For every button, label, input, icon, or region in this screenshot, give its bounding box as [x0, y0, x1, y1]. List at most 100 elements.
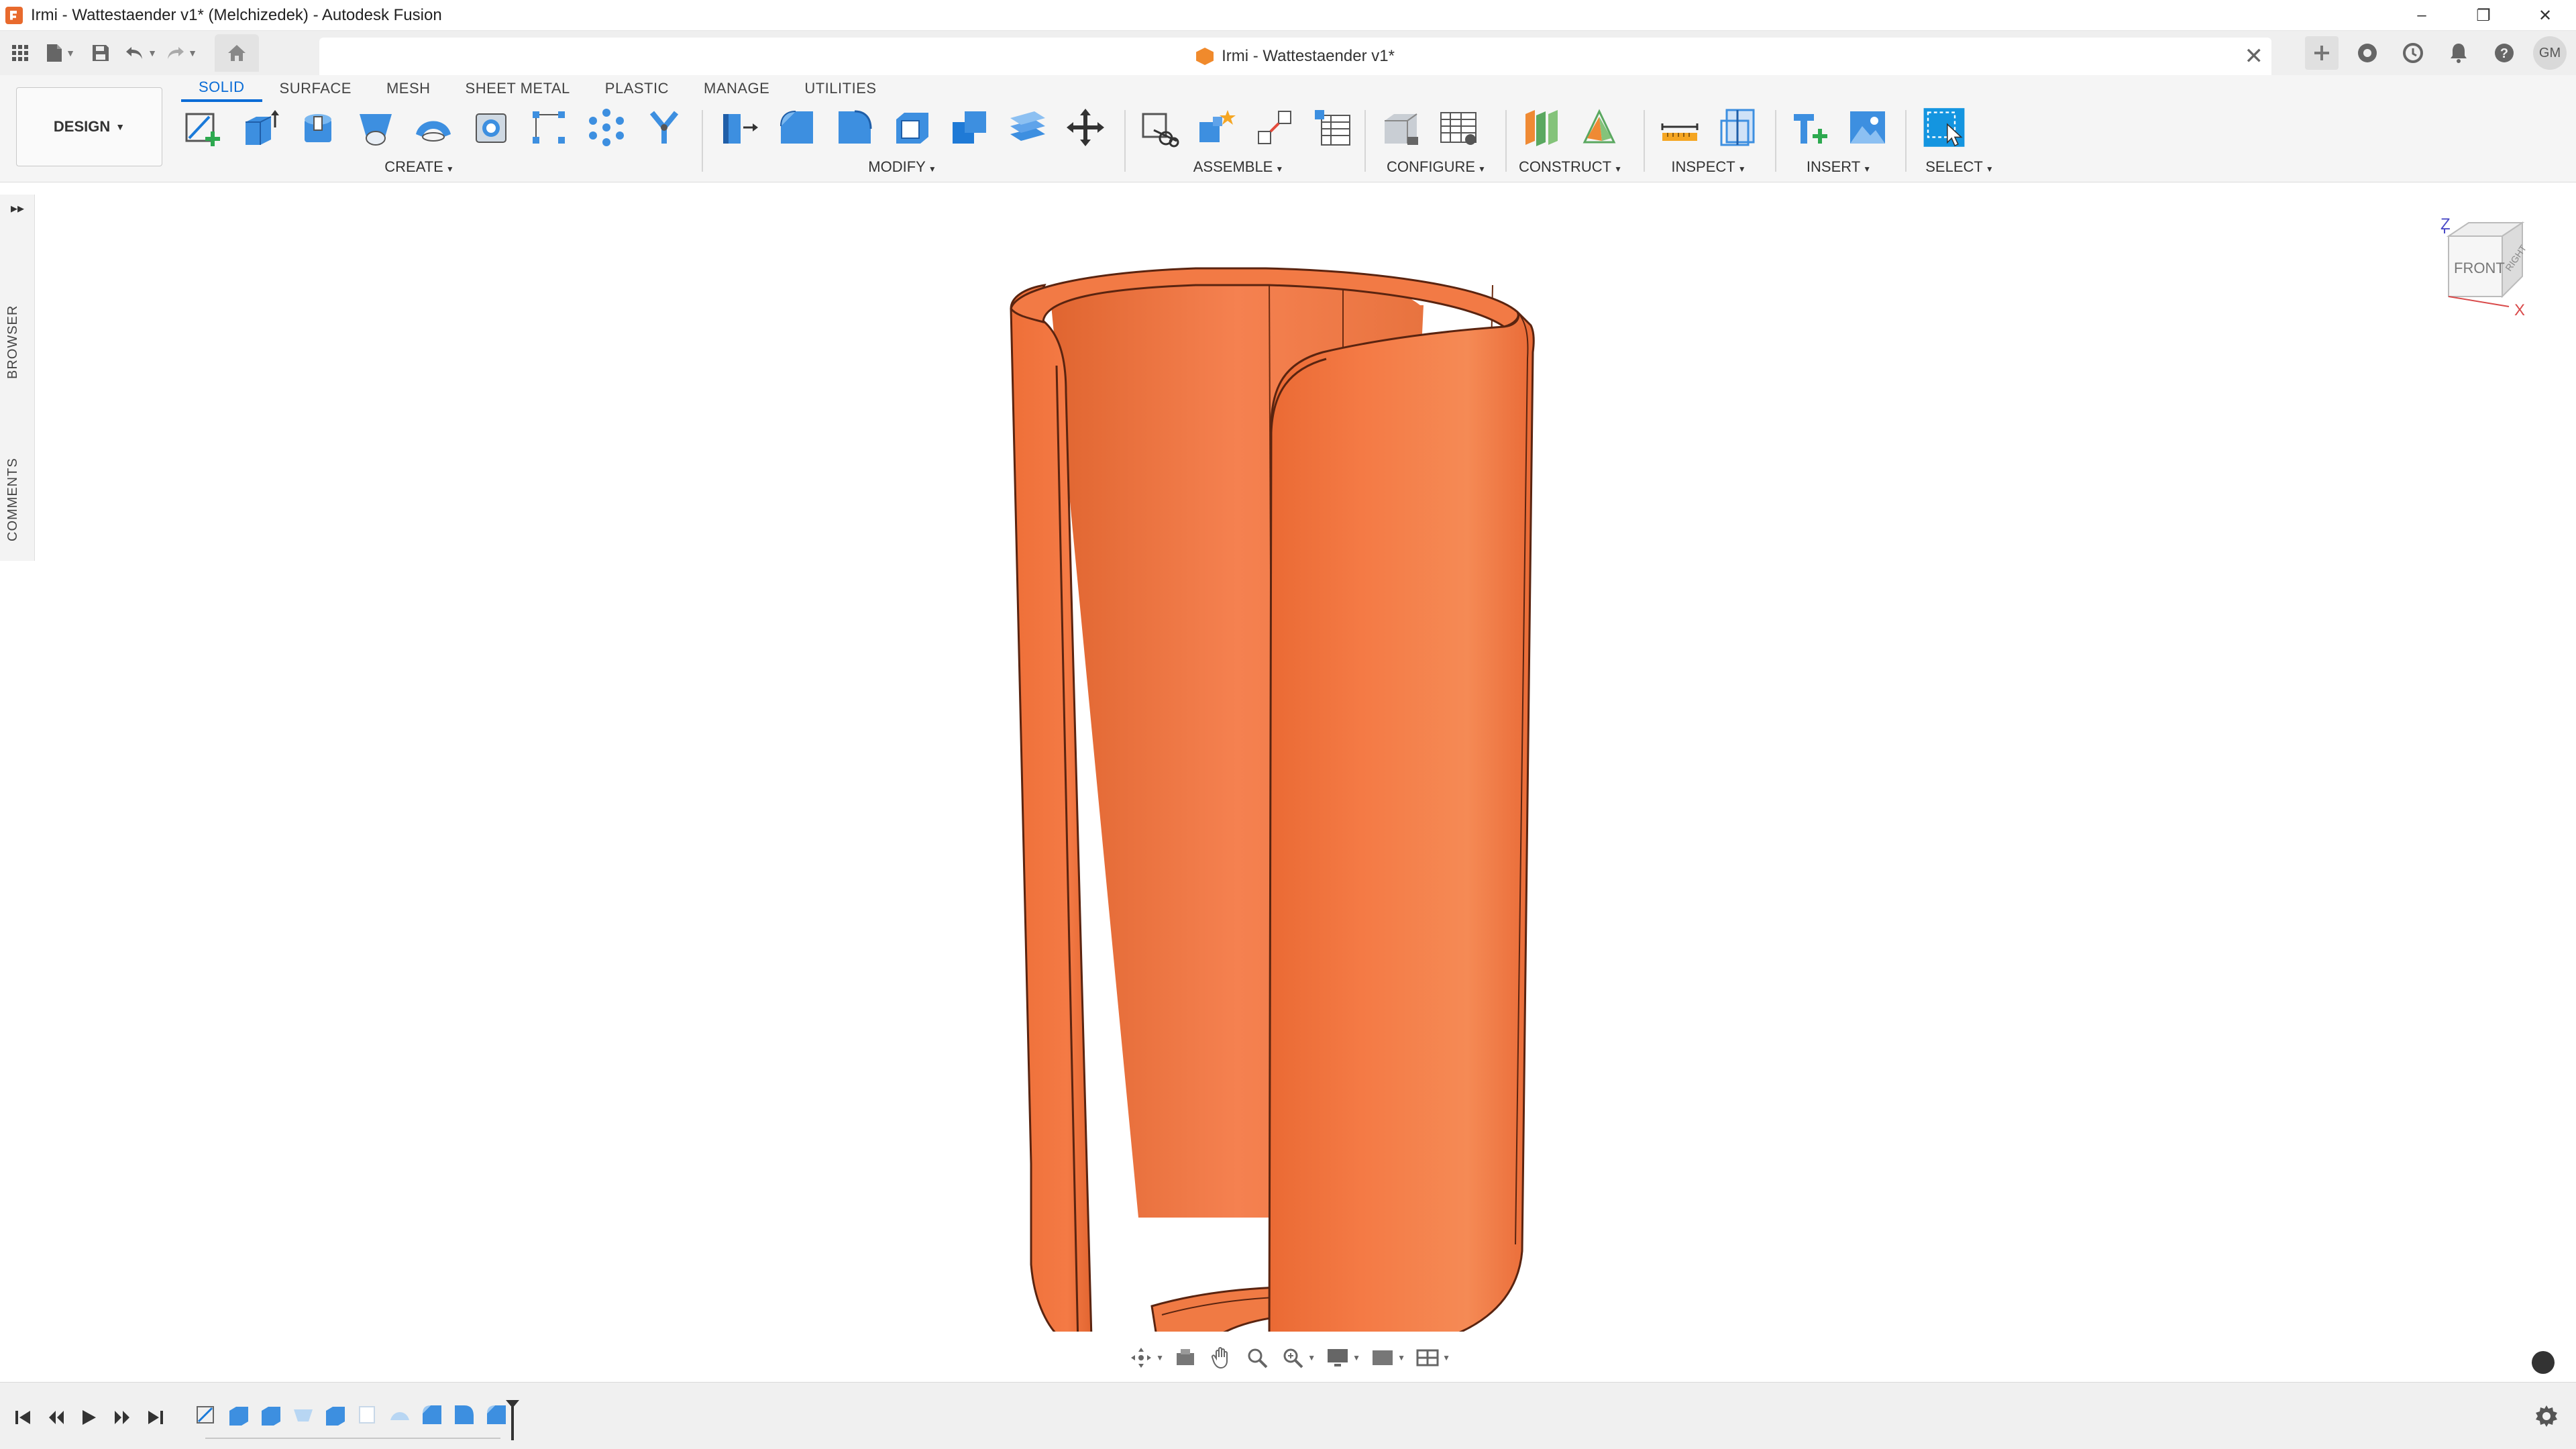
extrude-icon[interactable]	[239, 106, 282, 149]
configure-parameters-icon[interactable]	[1379, 106, 1422, 149]
timeline-loft-feature[interactable]	[388, 1403, 412, 1427]
circular-pattern-icon[interactable]	[585, 106, 628, 149]
step-forward-icon[interactable]	[109, 1404, 136, 1431]
bill-of-materials-icon[interactable]	[1311, 106, 1354, 149]
go-to-end-icon[interactable]	[142, 1404, 169, 1431]
front-face-label[interactable]: FRONT	[2454, 260, 2505, 276]
toolbar-divider	[1644, 110, 1645, 172]
tab-solid[interactable]: SOLID	[181, 75, 262, 102]
close-tab-icon[interactable]: ✕	[2245, 43, 2264, 70]
view-cube[interactable]: Z X FRONT RIGHT	[2428, 216, 2549, 343]
orbit-caret-icon[interactable]: ▼	[1156, 1353, 1164, 1362]
play-icon[interactable]	[75, 1404, 102, 1431]
sweep-icon[interactable]	[354, 106, 397, 149]
expand-panel-icon[interactable]: ▸▸	[0, 195, 35, 221]
timeline-sweep-feature[interactable]	[291, 1403, 315, 1427]
joint-icon[interactable]	[1195, 106, 1238, 149]
redo-icon[interactable]: ▼	[161, 31, 201, 75]
undo-icon[interactable]: ▼	[121, 31, 161, 75]
assemble-menu[interactable]: ASSEMBLE ▼	[1118, 158, 1359, 176]
timeline-sketch-feature[interactable]	[195, 1403, 219, 1427]
new-component-icon[interactable]	[1138, 106, 1181, 149]
3d-viewport[interactable]: Z X FRONT RIGHT ▼ ▼ ▼ ▼ ▼	[35, 182, 2576, 1382]
restore-button[interactable]: ❐	[2453, 0, 2514, 31]
browser-tab[interactable]: BROWSER	[5, 295, 28, 389]
timeline-fillet-feature[interactable]	[420, 1403, 444, 1427]
minimize-button[interactable]: –	[2391, 0, 2453, 31]
display-caret-icon[interactable]: ▼	[1352, 1353, 1360, 1362]
select-menu[interactable]: SELECT ▼	[1923, 158, 1996, 176]
step-back-icon[interactable]	[43, 1404, 70, 1431]
cylinder-shell-model[interactable]	[1004, 258, 1608, 1332]
file-menu-icon[interactable]: ▼	[40, 31, 80, 75]
timeline-extrude-feature[interactable]	[323, 1403, 347, 1427]
move-copy-icon[interactable]	[1064, 106, 1107, 149]
visual-style-caret-icon[interactable]: ▼	[1397, 1353, 1405, 1362]
fillet-icon[interactable]	[775, 106, 818, 149]
tab-manage[interactable]: MANAGE	[686, 75, 787, 102]
orbit-icon[interactable]	[1127, 1343, 1155, 1373]
user-avatar[interactable]: GM	[2533, 36, 2567, 70]
cloud-status-icon[interactable]	[2532, 1351, 2555, 1374]
press-pull-icon[interactable]	[718, 106, 761, 149]
tab-sheet-metal[interactable]: SHEET METAL	[448, 75, 588, 102]
chamfer-icon[interactable]	[833, 106, 876, 149]
construct-menu[interactable]: CONSTRUCT ▼	[1513, 158, 1627, 176]
help-icon[interactable]: ?	[2487, 36, 2521, 70]
shell-icon[interactable]	[891, 106, 934, 149]
timeline-marker-handle[interactable]	[504, 1399, 521, 1442]
create-menu[interactable]: CREATE ▼	[141, 158, 698, 176]
comments-tab[interactable]: COMMENTS	[5, 443, 28, 557]
select-tool-icon[interactable]	[1923, 106, 1966, 149]
data-panel-grid-icon[interactable]	[0, 31, 40, 75]
section-analysis-icon[interactable]	[1716, 106, 1759, 149]
extensions-icon[interactable]	[2351, 36, 2384, 70]
home-icon[interactable]	[215, 34, 259, 72]
workspace-switcher-button[interactable]: DESIGN ▼	[16, 87, 162, 166]
display-settings-icon[interactable]	[1324, 1343, 1351, 1373]
tab-mesh[interactable]: MESH	[369, 75, 448, 102]
viewports-grid-icon[interactable]	[1413, 1343, 1441, 1373]
plane-at-angle-icon[interactable]	[1578, 106, 1621, 149]
timeline-sketch-feature[interactable]	[356, 1403, 380, 1427]
modify-menu[interactable]: MODIFY ▼	[684, 158, 1120, 176]
document-tab[interactable]: Irmi - Wattestaender v1* ✕	[319, 38, 2271, 75]
configure-menu[interactable]: CONFIGURE ▼	[1373, 158, 1500, 176]
measure-icon[interactable]	[1658, 106, 1701, 149]
viewports-caret-icon[interactable]: ▼	[1442, 1353, 1450, 1362]
save-icon[interactable]	[80, 31, 121, 75]
visual-style-icon[interactable]	[1368, 1343, 1396, 1373]
timeline-chamfer-feature[interactable]	[452, 1403, 476, 1427]
close-window-button[interactable]: ✕	[2514, 0, 2576, 31]
pan-hand-icon[interactable]	[1208, 1343, 1235, 1373]
create-sketch-icon[interactable]	[181, 106, 224, 149]
combine-icon[interactable]	[949, 106, 991, 149]
insert-menu[interactable]: INSERT ▼	[1782, 158, 1896, 176]
loft-icon[interactable]	[412, 106, 455, 149]
zoom-window-icon[interactable]	[1279, 1343, 1306, 1373]
timeline-extrude-feature[interactable]	[259, 1403, 283, 1427]
inspect-menu[interactable]: INSPECT ▼	[1652, 158, 1766, 176]
insert-derive-icon[interactable]	[1788, 106, 1831, 149]
configuration-table-icon[interactable]	[1437, 106, 1480, 149]
zoom-caret-icon[interactable]: ▼	[1307, 1353, 1316, 1362]
as-built-joint-icon[interactable]	[1253, 106, 1296, 149]
insert-canvas-icon[interactable]	[1846, 106, 1889, 149]
notifications-bell-icon[interactable]	[2442, 36, 2475, 70]
look-at-icon[interactable]	[1172, 1343, 1199, 1373]
tab-utilities[interactable]: UTILITIES	[787, 75, 894, 102]
hole-icon[interactable]	[470, 106, 513, 149]
job-status-clock-icon[interactable]	[2396, 36, 2430, 70]
tab-surface[interactable]: SURFACE	[262, 75, 369, 102]
offset-plane-icon[interactable]	[1520, 106, 1563, 149]
timeline-extrude-feature[interactable]	[227, 1403, 251, 1427]
tab-plastic[interactable]: PLASTIC	[588, 75, 686, 102]
rectangular-pattern-icon[interactable]	[527, 106, 570, 149]
zoom-icon[interactable]	[1243, 1343, 1271, 1373]
new-tab-plus-icon[interactable]	[2305, 36, 2339, 70]
pipe-icon[interactable]	[643, 106, 686, 149]
revolve-icon[interactable]	[297, 106, 339, 149]
offset-face-icon[interactable]	[1006, 106, 1049, 149]
timeline-settings-gear-icon[interactable]	[2532, 1401, 2561, 1431]
go-to-start-icon[interactable]	[9, 1404, 36, 1431]
